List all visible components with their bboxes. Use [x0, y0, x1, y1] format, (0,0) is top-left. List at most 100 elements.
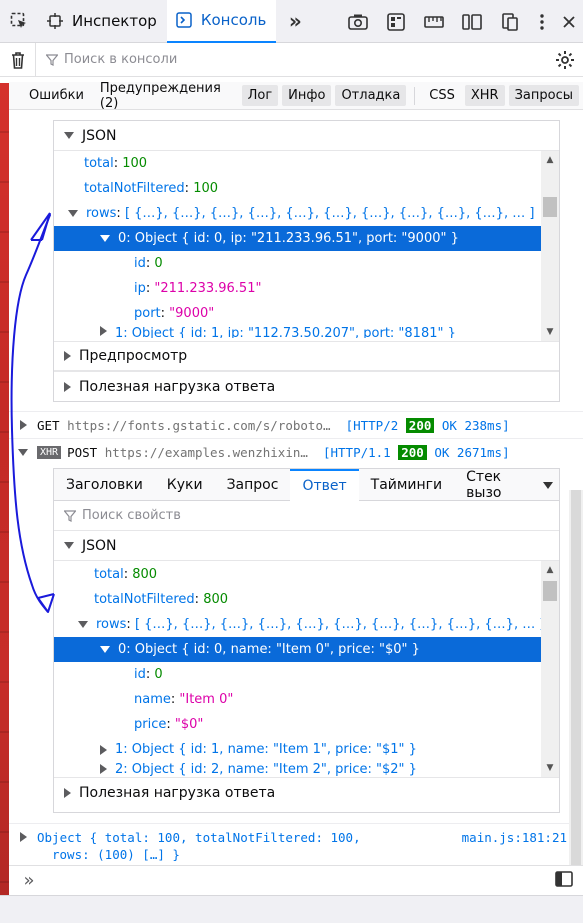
tree-key: total	[84, 156, 114, 171]
tree-key: rows	[96, 617, 127, 632]
console-input-line[interactable]: »	[9, 865, 583, 895]
close-icon[interactable]	[555, 0, 583, 43]
request-method: POST	[67, 444, 98, 460]
properties-placeholder: Поиск свойств	[82, 508, 181, 523]
network-request-row[interactable]: GET https://fonts.gstatic.com/s/roboto… …	[9, 411, 583, 438]
prompt-chevron-icon: »	[23, 870, 35, 891]
log-source-link[interactable]: main.js:181:21	[462, 830, 583, 845]
responsive-design-icon[interactable]	[377, 0, 415, 43]
tree-value: 0	[154, 256, 163, 271]
tree-value: 1: Object { id: 1, ip: "112.73.50.207", …	[115, 326, 456, 338]
tab-request[interactable]: Запрос	[215, 469, 291, 501]
preview-section-header[interactable]: Предпросмотр	[54, 341, 559, 371]
request-status: OK 2671ms]	[434, 444, 510, 460]
response-panel-1: JSON total: 100 totalNotFiltered: 100 ro…	[53, 120, 560, 402]
more-tools-chevron-icon[interactable]: »	[276, 0, 314, 43]
tree-key: id	[134, 667, 146, 682]
search-placeholder: Поиск в консоли	[64, 52, 178, 67]
tab-stack-trace[interactable]: Стек вызо	[454, 469, 543, 501]
level-warnings[interactable]: Предупреждения (2)	[94, 78, 238, 114]
clear-console-trash-icon[interactable]	[0, 42, 36, 77]
level-xhr[interactable]: XHR	[464, 85, 505, 106]
tree-row-port[interactable]: port: "9000"	[54, 301, 559, 326]
response-panel-2: Заголовки Куки Запрос Ответ Тайминги Сте…	[53, 468, 560, 813]
measure-ruler-icon[interactable]	[415, 0, 453, 43]
element-picker-icon[interactable]	[0, 0, 38, 43]
log-level-filter-bar: Ошибки Предупреждения (2) Лог Инфо Отлад…	[9, 81, 583, 111]
tree-row-rows[interactable]: rows: [ {…}, {…}, {…}, {…}, {…}, {…}, {……	[54, 201, 559, 226]
tree-row-ip[interactable]: ip: "211.233.96.51"	[54, 276, 559, 301]
console-icon	[175, 11, 193, 29]
console-settings-gear-icon[interactable]	[547, 43, 583, 77]
scroll-up-icon[interactable]: ▲	[541, 151, 559, 169]
properties-search-input[interactable]: Поиск свойств	[54, 501, 559, 531]
tab-inspector[interactable]: Инспектор	[38, 0, 167, 43]
tree-key: id	[134, 256, 146, 271]
tree-row-totalnotfiltered[interactable]: totalNotFiltered: 100	[54, 176, 559, 201]
status-badge: 200	[405, 417, 435, 433]
level-debug[interactable]: Отладка	[335, 85, 407, 106]
more-options-icon[interactable]	[529, 0, 555, 43]
tab-label: Консоль	[200, 11, 267, 29]
tab-headers[interactable]: Заголовки	[54, 469, 155, 501]
tree-row-price[interactable]: price: "$0"	[54, 712, 559, 737]
json-tree-scrollbar[interactable]: ▲ ▼	[541, 561, 559, 777]
tree-row-total[interactable]: total: 800	[54, 562, 559, 587]
tree-row-total[interactable]: total: 100	[54, 151, 559, 176]
level-info[interactable]: Инфо	[282, 85, 332, 106]
level-css[interactable]: CSS	[423, 85, 461, 106]
tree-row-rows[interactable]: rows: [ {…}, {…}, {…}, {…}, {…}, {…}, {……	[54, 612, 559, 637]
expand-arrow-icon	[68, 210, 78, 217]
tree-row-item-1[interactable]: 1: Object { id: 1, name: "Item 1", price…	[54, 737, 559, 762]
tree-row-item-1[interactable]: 1: Object { id: 1, ip: "112.73.50.207", …	[54, 326, 559, 338]
background-page-strip	[0, 83, 9, 923]
editor-mode-toggle-icon[interactable]	[555, 870, 573, 891]
tab-console[interactable]: Консоль	[166, 0, 277, 43]
console-search-input[interactable]: Поиск в консоли	[36, 52, 547, 67]
divider	[414, 86, 416, 105]
tab-cookies[interactable]: Куки	[155, 469, 215, 501]
tree-row-name[interactable]: name: "Item 0"	[54, 687, 559, 712]
expand-arrow-icon	[100, 235, 110, 242]
log-object-preview: Object { total: 100, totalNotFiltered: 1…	[37, 829, 361, 845]
dock-side-icon[interactable]	[491, 0, 529, 43]
level-errors[interactable]: Ошибки	[23, 85, 90, 106]
toggle-panels-icon[interactable]	[453, 0, 491, 43]
tabs-overflow-icon[interactable]	[543, 477, 559, 493]
tree-row-item-0[interactable]: 0: Object { id: 0, name: "Item 0", price…	[54, 637, 559, 662]
payload-section-header[interactable]: Полезная нагрузка ответа	[54, 777, 559, 807]
scroll-down-icon[interactable]: ▼	[541, 323, 559, 341]
payload-section-header[interactable]: Полезная нагрузка ответа	[54, 371, 559, 401]
json-section-header[interactable]: JSON	[54, 531, 559, 561]
level-log[interactable]: Лог	[241, 85, 279, 106]
scroll-thumb[interactable]	[543, 197, 557, 217]
preview-label: Предпросмотр	[79, 348, 188, 364]
network-request-row[interactable]: XHR POST https://examples.wenzhixin… [HT…	[9, 438, 583, 465]
tree-row-item-0[interactable]: 0: Object { id: 0, ip: "211.233.96.51", …	[54, 226, 559, 251]
tree-value: 100	[193, 181, 219, 196]
screenshot-icon[interactable]	[339, 0, 377, 43]
console-scrollbar[interactable]	[569, 490, 583, 865]
tree-row-id[interactable]: id: 0	[54, 251, 559, 276]
console-log-message[interactable]: Object { total: 100, totalNotFiltered: 1…	[9, 823, 583, 867]
tree-value: 0	[154, 667, 163, 682]
collapse-arrow-icon	[100, 764, 107, 774]
tree-row-id[interactable]: id: 0	[54, 662, 559, 687]
tree-key: totalNotFiltered	[94, 592, 195, 607]
tree-row-totalnotfiltered[interactable]: totalNotFiltered: 800	[54, 587, 559, 612]
tab-timings[interactable]: Тайминги	[359, 469, 455, 501]
json-section-header[interactable]: JSON	[54, 121, 559, 151]
collapse-arrow-icon	[9, 420, 37, 430]
request-url[interactable]: https://examples.wenzhixin…	[105, 445, 308, 460]
level-requests[interactable]: Запросы	[508, 85, 579, 106]
request-protocol: [HTTP/2	[345, 417, 399, 433]
tree-key: price	[134, 717, 167, 732]
tab-response[interactable]: Ответ	[290, 468, 359, 501]
inspector-icon	[46, 12, 64, 30]
tree-row-item-2[interactable]: 2: Object { id: 2, name: "Item 2", price…	[54, 762, 559, 776]
request-url[interactable]: https://fonts.gstatic.com/s/roboto…	[67, 418, 330, 433]
scroll-thumb[interactable]	[543, 581, 557, 601]
json-tree-scrollbar[interactable]: ▲ ▼	[541, 151, 559, 341]
scroll-down-icon[interactable]: ▼	[541, 759, 559, 777]
scroll-up-icon[interactable]: ▲	[541, 561, 559, 579]
